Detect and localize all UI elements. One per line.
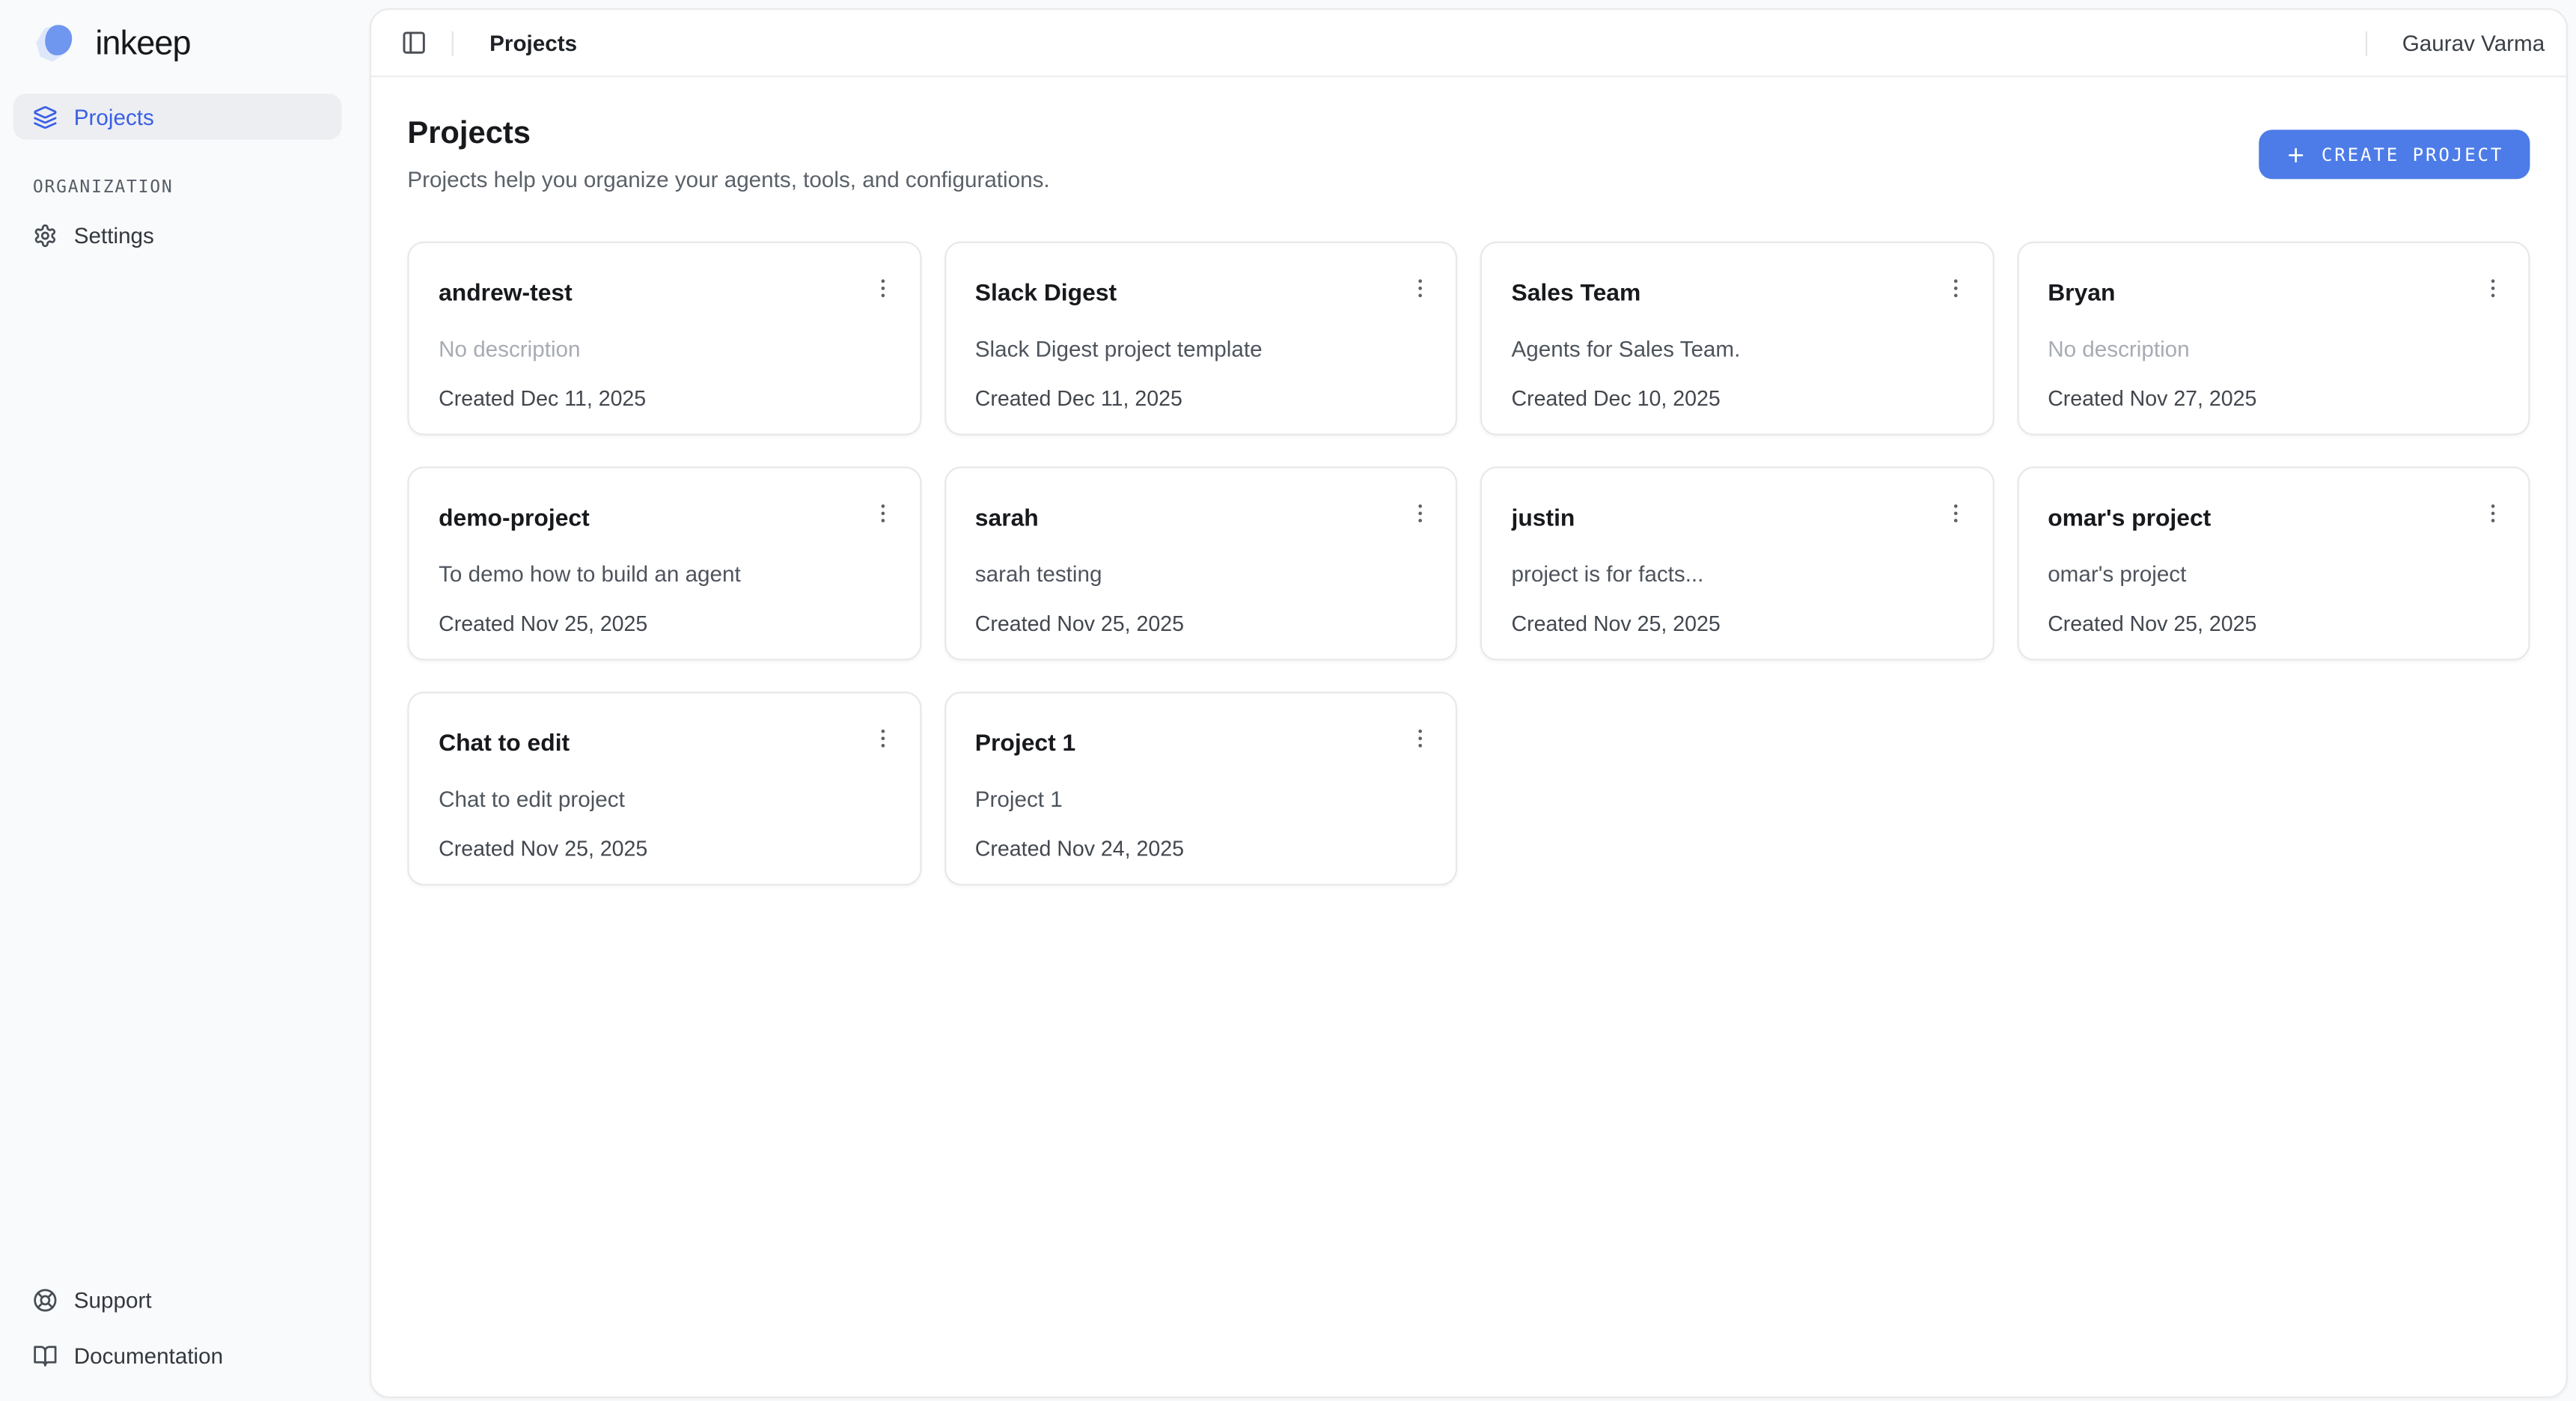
sidebar-item-label: Support [74, 1287, 152, 1312]
project-card[interactable]: Chat to edit Chat to edit project Create… [407, 692, 921, 885]
sidebar-footer: Support Documentation [13, 1277, 342, 1385]
page-header: Projects Projects help you organize your… [407, 117, 2530, 192]
project-card-title: demo-project [439, 504, 853, 534]
project-card-description: Chat to edit project [439, 787, 853, 813]
project-card-description: No description [2048, 337, 2462, 363]
project-card-title: Bryan [2048, 279, 2462, 309]
project-card-menu-button[interactable] [1935, 491, 1977, 534]
life-buoy-icon [33, 1287, 58, 1312]
project-card[interactable]: sarah sarah testing Created Nov 25, 2025 [944, 466, 1457, 660]
project-card-title: andrew-test [439, 279, 853, 309]
project-card-created: Created Nov 25, 2025 [439, 613, 853, 636]
sidebar-item-support[interactable]: Support [13, 1277, 342, 1322]
create-project-button[interactable]: CREATE PROJECT [2259, 129, 2530, 179]
sidebar-item-settings[interactable]: Settings [13, 212, 342, 257]
kebab-menu-icon [870, 275, 895, 300]
create-project-label: CREATE PROJECT [2322, 144, 2503, 165]
gear-icon [33, 222, 58, 247]
project-card-created: Created Nov 25, 2025 [2048, 613, 2462, 636]
project-card-title: Sales Team [1511, 279, 1926, 309]
topbar-divider [2366, 31, 2367, 55]
project-card-menu-button[interactable] [1935, 266, 1977, 309]
project-card-menu-button[interactable] [1398, 491, 1441, 534]
sidebar-section-label: ORGANIZATION [33, 177, 342, 197]
project-card[interactable]: Bryan No description Created Nov 27, 202… [2016, 242, 2530, 436]
project-card[interactable]: Sales Team Agents for Sales Team. Create… [1480, 242, 1994, 436]
sidebar-item-projects[interactable]: Projects [13, 94, 342, 139]
project-card[interactable]: Slack Digest Slack Digest project templa… [944, 242, 1457, 436]
layers-icon [33, 104, 58, 129]
project-card-menu-button[interactable] [861, 491, 904, 534]
brand-name: inkeep [95, 24, 190, 64]
app-shell: inkeep Projects ORGANIZATION [0, 0, 2576, 1401]
book-open-icon [33, 1343, 58, 1367]
projects-grid: andrew-test No description Created Dec 1… [407, 242, 2530, 885]
project-card-created: Created Nov 25, 2025 [975, 613, 1390, 636]
project-card-description: Slack Digest project template [975, 337, 1390, 363]
project-card-menu-button[interactable] [2470, 266, 2513, 309]
kebab-menu-icon [1944, 275, 1968, 300]
project-card-title: Chat to edit [439, 730, 853, 760]
project-card-title: sarah [975, 504, 1390, 534]
project-card-created: Created Nov 24, 2025 [975, 838, 1390, 861]
kebab-menu-icon [1407, 275, 1432, 300]
project-card-description: sarah testing [975, 562, 1390, 588]
project-card-created: Created Dec 10, 2025 [1511, 388, 1926, 411]
page-title: Projects [407, 117, 1049, 153]
kebab-menu-icon [870, 500, 895, 525]
kebab-menu-icon [1407, 500, 1432, 525]
kebab-menu-icon [1944, 500, 1968, 525]
brand-logo: inkeep [13, 23, 342, 64]
page-content: Projects Projects help you organize your… [371, 77, 2566, 1397]
project-card-description: project is for facts... [1511, 562, 1926, 588]
project-card-description: omar's project [2048, 562, 2462, 588]
project-card-title: Project 1 [975, 730, 1390, 760]
project-card-description: Agents for Sales Team. [1511, 337, 1926, 363]
sidebar-item-label: Projects [74, 104, 154, 129]
project-card-description: No description [439, 337, 853, 363]
sidebar-item-label: Documentation [74, 1343, 223, 1367]
panel-left-icon [401, 30, 427, 56]
project-card-description: Project 1 [975, 787, 1390, 813]
plus-icon [2286, 144, 2307, 165]
kebab-menu-icon [1407, 725, 1432, 750]
project-card[interactable]: andrew-test No description Created Dec 1… [407, 242, 921, 436]
project-card-menu-button[interactable] [1398, 266, 1441, 309]
kebab-menu-icon [2480, 500, 2505, 525]
sidebar-item-label: Settings [74, 222, 154, 247]
sidebar-toggle-button[interactable] [393, 22, 436, 64]
main-panel: Projects Gaurav Varma Projects Projects … [370, 8, 2568, 1398]
project-card-created: Created Nov 27, 2025 [2048, 388, 2462, 411]
user-menu[interactable]: Gaurav Varma [2402, 31, 2545, 55]
top-bar: Projects Gaurav Varma [371, 10, 2566, 77]
breadcrumb: Projects [489, 31, 577, 55]
project-card-menu-button[interactable] [2470, 491, 2513, 534]
page-subtitle: Projects help you organize your agents, … [407, 168, 1049, 192]
kebab-menu-icon [2480, 275, 2505, 300]
project-card-created: Created Nov 25, 2025 [439, 838, 853, 861]
project-card-title: justin [1511, 504, 1926, 534]
project-card-created: Created Nov 25, 2025 [1511, 613, 1926, 636]
project-card-created: Created Dec 11, 2025 [439, 388, 853, 411]
project-card-menu-button[interactable] [1398, 716, 1441, 759]
project-card-title: omar's project [2048, 504, 2462, 534]
project-card-title: Slack Digest [975, 279, 1390, 309]
project-card-menu-button[interactable] [861, 266, 904, 309]
sidebar-item-documentation[interactable]: Documentation [13, 1332, 342, 1378]
inkeep-logo-icon [33, 23, 82, 64]
topbar-divider [452, 31, 454, 55]
kebab-menu-icon [870, 725, 895, 750]
project-card[interactable]: justin project is for facts... Created N… [1480, 466, 1994, 660]
project-card[interactable]: demo-project To demo how to build an age… [407, 466, 921, 660]
project-card-created: Created Dec 11, 2025 [975, 388, 1390, 411]
sidebar: inkeep Projects ORGANIZATION [0, 0, 364, 1401]
project-card-description: To demo how to build an agent [439, 562, 853, 588]
project-card-menu-button[interactable] [861, 716, 904, 759]
project-card[interactable]: Project 1 Project 1 Created Nov 24, 2025 [944, 692, 1457, 885]
project-card[interactable]: omar's project omar's project Created No… [2016, 466, 2530, 660]
